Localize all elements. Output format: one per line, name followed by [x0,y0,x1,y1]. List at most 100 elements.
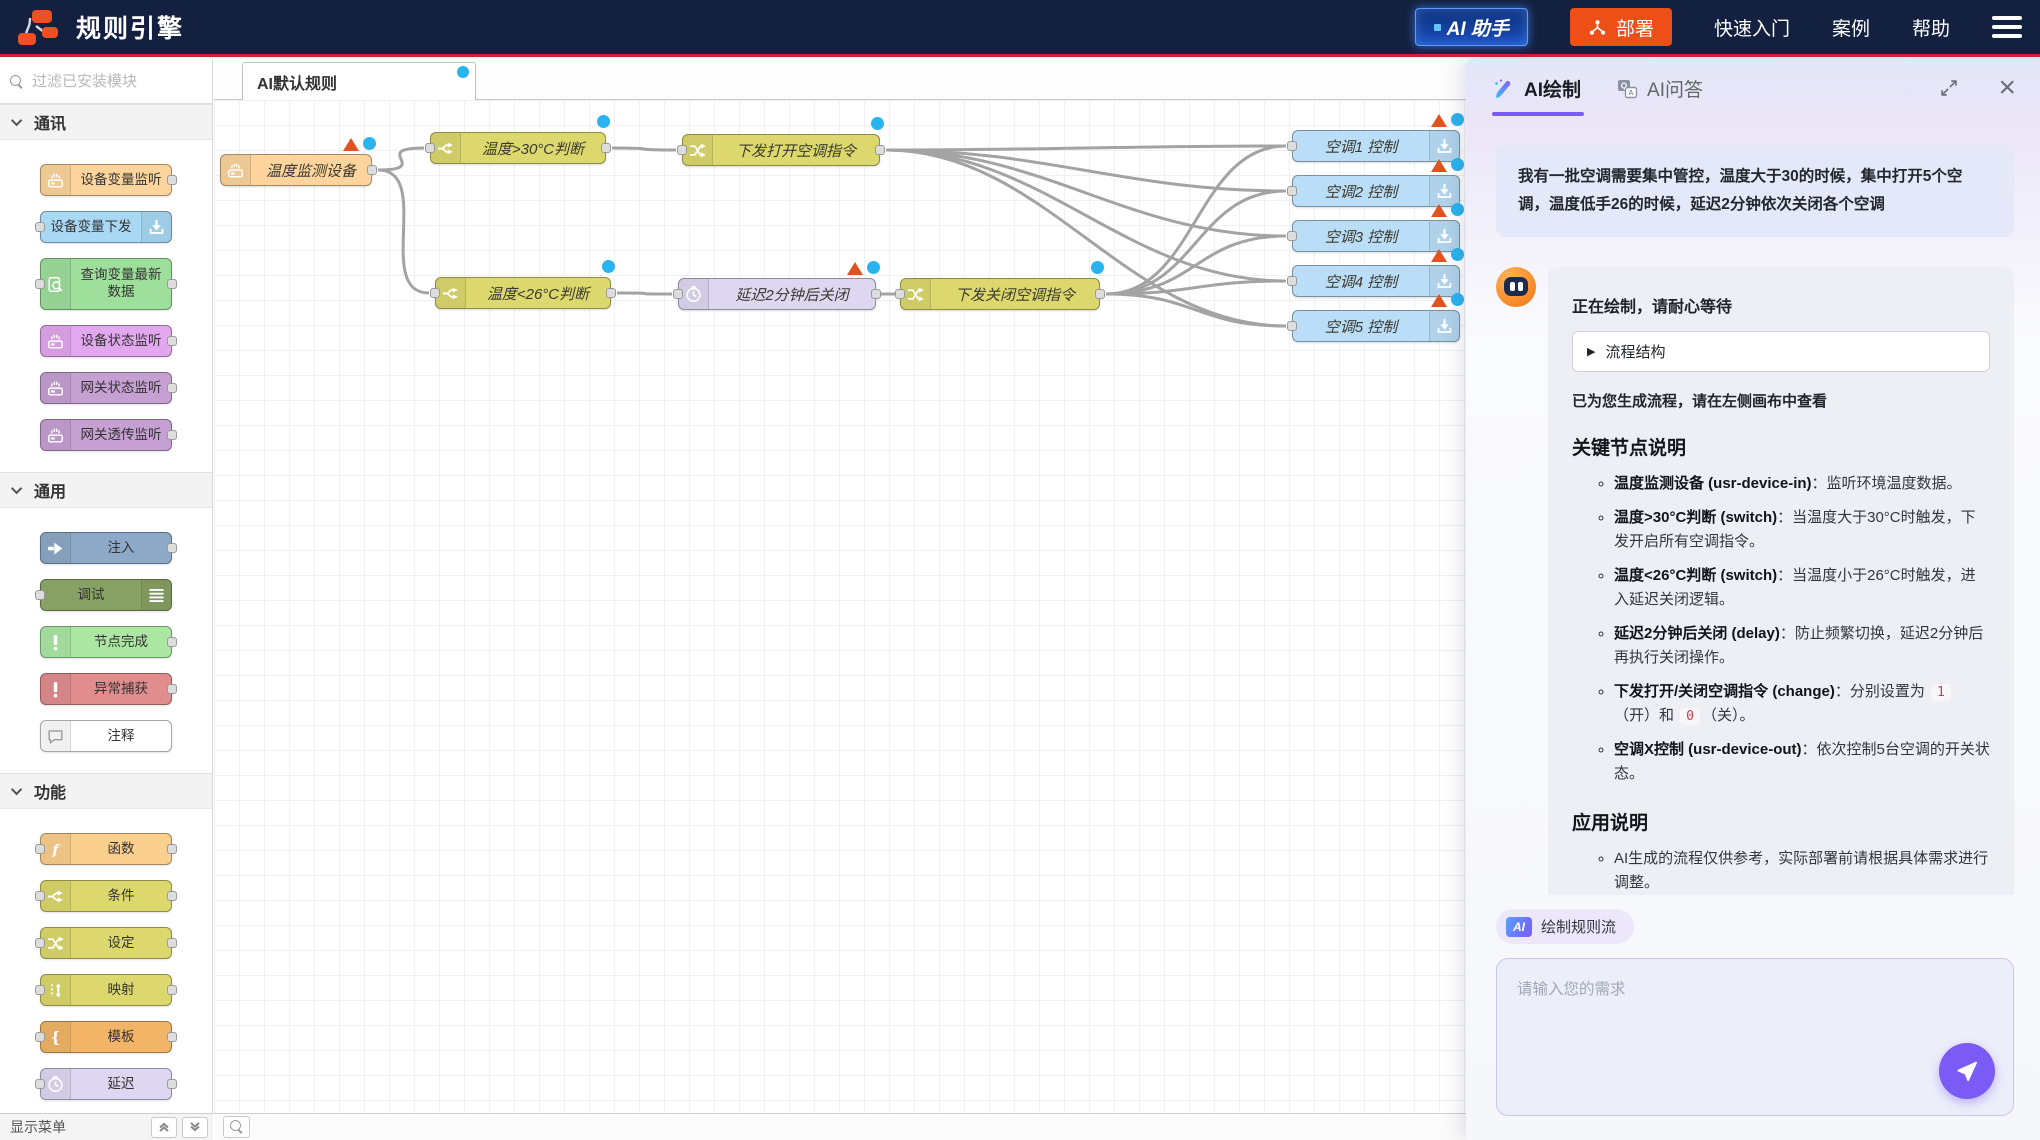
tab-ai-draw[interactable]: AI绘制 [1492,75,1581,116]
nav-examples[interactable]: 案例 [1832,14,1870,41]
flow-structure-collapsible[interactable]: ▶ 流程结构 [1572,331,1990,372]
palette-node[interactable]: 网关状态监听 [40,372,172,404]
ai-assistant-button[interactable]: AI 助手 [1415,8,1528,46]
node-port[interactable] [167,336,177,346]
palette-search-input[interactable] [32,73,202,90]
palette-node[interactable]: 调试 [40,579,172,611]
nav-help[interactable]: 帮助 [1912,14,1950,41]
flow-node-label: 空调5 控制 [1293,311,1429,341]
warning-icon [1431,204,1447,217]
close-panel-button[interactable]: × [1996,75,2018,102]
flow-node[interactable]: 温度监测设备 [220,154,372,186]
node-port[interactable] [875,145,885,155]
palette-node[interactable]: 条件 [40,880,172,912]
node-port[interactable] [35,279,45,289]
node-port[interactable] [673,289,683,299]
node-port[interactable] [167,175,177,185]
node-port[interactable] [606,288,616,298]
palette-node[interactable]: 设备状态监听 [40,325,172,357]
node-port[interactable] [167,844,177,854]
node-port[interactable] [1287,276,1297,286]
palette-node[interactable]: f函数 [40,833,172,865]
draw-ruleflow-chip[interactable]: AI 绘制规则流 [1496,909,1634,944]
node-port[interactable] [35,1032,45,1042]
palette-node[interactable]: 节点完成 [40,626,172,658]
palette-section-header[interactable]: 通讯 [0,104,212,140]
node-port[interactable] [167,543,177,553]
wire[interactable] [617,293,672,294]
collapse-all-button[interactable] [151,1117,177,1138]
palette-node[interactable]: 延迟 [40,1068,172,1100]
node-port[interactable] [35,1079,45,1089]
node-port[interactable] [167,938,177,948]
flow-node[interactable]: 空调3 控制 [1292,220,1460,252]
node-port[interactable] [167,684,177,694]
flow-node[interactable]: 空调2 控制 [1292,175,1460,207]
nav-quickstart[interactable]: 快速入门 [1714,14,1790,41]
wire[interactable] [612,148,676,150]
node-port[interactable] [35,844,45,854]
flow-tab[interactable]: AI默认规则 [242,62,476,100]
palette-node[interactable]: 设定 [40,927,172,959]
wire[interactable] [378,148,424,170]
node-port[interactable] [35,985,45,995]
node-port[interactable] [895,289,905,299]
down-icon [1429,176,1459,206]
tab-ai-qa[interactable]: Q A AI问答 [1615,75,1703,116]
node-port[interactable] [167,985,177,995]
node-port[interactable] [1287,186,1297,196]
palette-section-header[interactable]: 功能 [0,773,212,809]
wire[interactable] [1106,294,1286,326]
node-port[interactable] [1095,289,1105,299]
flow-node[interactable]: 空调4 控制 [1292,265,1460,297]
node-port[interactable] [35,891,45,901]
palette-node[interactable]: 网关透传监听 [40,419,172,451]
flow-node[interactable]: 下发打开空调指令 [682,134,880,166]
deploy-button[interactable]: 部署 [1570,8,1672,46]
node-port[interactable] [167,279,177,289]
wire[interactable] [886,150,1286,236]
expand-panel-button[interactable] [1936,75,1962,104]
flow-node[interactable]: 延迟2分钟后关闭 [678,278,876,310]
node-port[interactable] [871,289,881,299]
node-port[interactable] [430,288,440,298]
zoom-search-button[interactable] [223,1116,250,1138]
node-port[interactable] [35,590,45,600]
expand-all-button[interactable] [182,1117,208,1138]
flow-node[interactable]: 下发关闭空调指令 [900,278,1100,310]
node-port[interactable] [167,1079,177,1089]
node-port[interactable] [601,143,611,153]
palette-node[interactable]: 异常捕获 [40,673,172,705]
node-port[interactable] [167,891,177,901]
palette-node[interactable]: 设备变量监听 [40,164,172,196]
node-port[interactable] [1287,141,1297,151]
flow-node[interactable]: 空调5 控制 [1292,310,1460,342]
node-port[interactable] [167,1032,177,1042]
node-port[interactable] [167,383,177,393]
wire[interactable] [886,146,1286,150]
palette-node[interactable]: 注入 [40,532,172,564]
send-button[interactable] [1939,1043,1995,1099]
palette-node[interactable]: 映射 [40,974,172,1006]
menu-icon[interactable] [1992,16,2022,38]
node-port[interactable] [167,430,177,440]
node-port[interactable] [35,938,45,948]
node-port[interactable] [167,637,177,647]
node-port[interactable] [35,222,45,232]
wire[interactable] [378,170,429,293]
palette-section-header[interactable]: 通用 [0,472,212,508]
prompt-textarea[interactable] [1497,959,2013,1115]
palette-node[interactable]: 注释 [40,720,172,752]
palette-node[interactable]: 查询变量最新数据 [40,258,172,310]
node-port[interactable] [1287,231,1297,241]
node-port[interactable] [1287,321,1297,331]
flow-node[interactable]: 温度>30°C判断 [430,132,606,164]
flow-node[interactable]: 温度<26°C判断 [435,277,611,309]
palette-node[interactable]: 设备变量下发 [40,211,172,243]
node-port[interactable] [677,145,687,155]
flow-node[interactable]: 空调1 控制 [1292,130,1460,162]
flow-canvas[interactable]: 温度监测设备 温度>30°C判断 下发打开空调指令温度<26°C判断 延迟2分钟后关闭… [214,100,1466,1113]
node-port[interactable] [425,143,435,153]
palette-node[interactable]: {模板 [40,1021,172,1053]
node-port[interactable] [367,165,377,175]
